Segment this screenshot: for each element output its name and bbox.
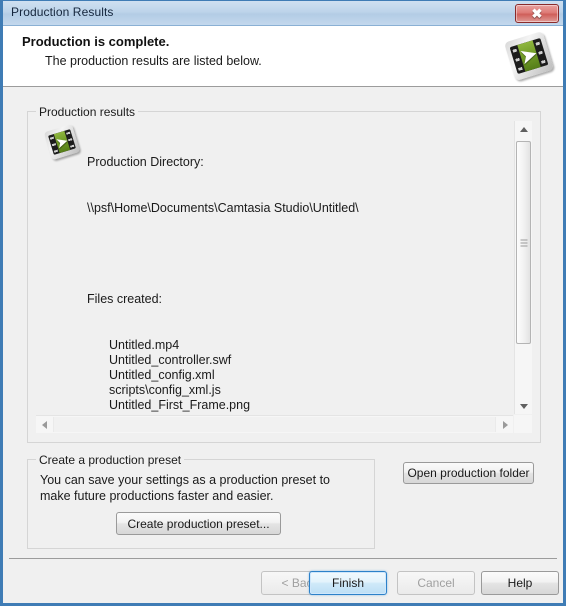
cancel-button-label: Cancel	[417, 576, 455, 590]
file-created-row: Untitled.mp4	[109, 337, 180, 352]
create-production-preset-description: You can save your settings as a producti…	[40, 473, 330, 503]
finish-button[interactable]: Finish	[309, 571, 387, 595]
finish-button-label: Finish	[331, 576, 364, 590]
help-button-label: Help	[507, 576, 533, 590]
vertical-scrollbar[interactable]	[514, 121, 532, 414]
production-results-dialog: Production Results ✖ Production is compl…	[0, 0, 566, 606]
camtasia-studio-icon: ➤	[503, 30, 555, 82]
window-title: Production Results	[11, 5, 114, 19]
files-created-label: Files created:	[87, 292, 163, 307]
create-production-preset-button[interactable]: Create production preset...	[116, 512, 281, 535]
close-icon: ✖	[531, 6, 543, 21]
scrollbar-corner	[514, 415, 532, 433]
horizontal-scrollbar[interactable]	[36, 415, 513, 433]
file-created-row: Untitled_First_Frame.png	[109, 398, 251, 413]
file-created-row: Untitled_controller.swf	[109, 352, 232, 367]
help-button[interactable]: Help	[481, 571, 559, 595]
production-results-viewport: ➤ Production Directory: \\psf\Home\Docum…	[36, 121, 513, 414]
production-directory-path: \\psf\Home\Documents\Camtasia Studio\Unt…	[87, 201, 359, 216]
scroll-down-arrow-icon[interactable]	[515, 397, 532, 414]
dialog-header: Production is complete. The production r…	[3, 26, 563, 87]
scroll-right-arrow-icon[interactable]	[496, 416, 513, 433]
scrollbar-grip-icon	[520, 239, 527, 246]
file-created-row: Untitled_config.xml	[109, 368, 215, 383]
open-production-folder-button[interactable]: Open production folder	[403, 462, 534, 484]
production-directory-label: Production Directory:	[87, 155, 204, 170]
vertical-scrollbar-thumb[interactable]	[516, 141, 531, 344]
footer-separator	[9, 558, 557, 559]
files-created-list: Untitled.mp4 Untitled_controller.swf Untit…	[87, 338, 359, 414]
scroll-up-arrow-icon[interactable]	[515, 121, 532, 138]
production-results-list-panel: ➤ Production Directory: \\psf\Home\Docum…	[36, 121, 532, 433]
cancel-button[interactable]: Cancel	[397, 571, 475, 595]
header-title: Production is complete.	[22, 34, 170, 49]
header-subtitle: The production results are listed below.	[45, 54, 262, 68]
window-titlebar[interactable]: Production Results ✖	[3, 1, 563, 26]
camtasia-studio-icon: ➤	[42, 123, 82, 161]
create-production-preset-group: Create a production preset You can save …	[27, 453, 375, 549]
file-created-row: scripts\config_xml.js	[109, 383, 221, 398]
create-production-preset-group-label: Create a production preset	[36, 453, 185, 467]
production-results-text: Production Directory: \\psf\Home\Documen…	[87, 125, 359, 414]
text-spacer	[87, 247, 359, 262]
production-results-group-label: Production results	[36, 105, 139, 119]
scroll-left-arrow-icon[interactable]	[36, 416, 53, 433]
open-production-folder-button-label: Open production folder	[407, 466, 530, 480]
production-results-group: Production results ➤ Production Director…	[27, 105, 541, 443]
create-production-preset-button-label: Create production preset...	[127, 516, 270, 531]
close-window-button[interactable]: ✖	[515, 4, 559, 23]
horizontal-scrollbar-track[interactable]	[53, 417, 496, 432]
